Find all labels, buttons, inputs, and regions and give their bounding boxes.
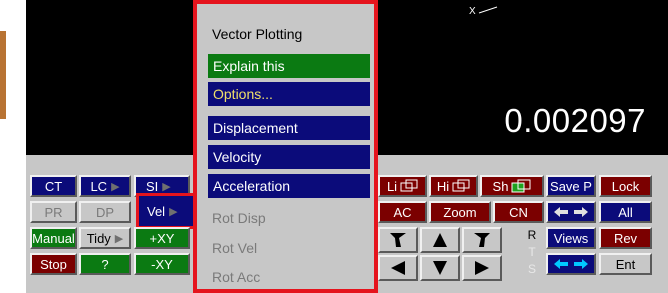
hi-button[interactable]: Hi (429, 175, 478, 197)
dp-button[interactable]: DP (79, 201, 131, 223)
submenu-arrow-icon: ▶ (114, 232, 124, 245)
window-icon (400, 179, 418, 192)
submenu-arrow-icon: ▶ (111, 180, 120, 193)
submenu-arrow-icon: ▶ (162, 180, 171, 193)
views-button[interactable]: Views (546, 227, 596, 249)
save-p-button[interactable]: Save P (546, 175, 596, 197)
manual-button[interactable]: Manual (30, 227, 77, 249)
axis-label: X (469, 6, 476, 17)
lc-button[interactable]: LC ▶ (79, 175, 131, 197)
vector-plotting-menu: Vector Plotting Explain this Options... … (193, 0, 378, 293)
rotate-down-button[interactable] (420, 255, 460, 281)
menu-title: Vector Plotting (212, 26, 303, 42)
ent-button[interactable]: Ent (599, 253, 652, 275)
cn-button[interactable]: CN (493, 201, 544, 223)
lock-button[interactable]: Lock (599, 175, 652, 197)
li-button[interactable]: Li (378, 175, 427, 197)
left-right-arrows-icon (554, 259, 588, 269)
arrow-down-right-icon (474, 233, 490, 247)
menu-item-rot-vel[interactable]: Rot Vel (207, 235, 371, 261)
arrow-left-icon (391, 261, 405, 275)
previous-next-button[interactable] (546, 201, 596, 223)
rotate-right-button[interactable] (462, 255, 502, 281)
menu-item-rot-acc[interactable]: Rot Acc (207, 264, 371, 290)
menu-item-options[interactable]: Options... (207, 81, 371, 107)
axis-triad-icon (478, 6, 498, 14)
rotate-up-button[interactable] (420, 227, 460, 253)
arrow-down-left-icon (390, 233, 406, 247)
plus-xy-button[interactable]: +XY (134, 227, 190, 249)
zoom-button[interactable]: Zoom (429, 201, 491, 223)
shaded-window-icon (511, 179, 531, 193)
vel-button[interactable]: Vel ▶ (136, 193, 196, 229)
sh-button[interactable]: Sh (480, 175, 544, 197)
help-button[interactable]: ? (79, 253, 131, 275)
pr-button[interactable]: PR (30, 201, 77, 223)
rotate-down-left-button[interactable] (378, 227, 418, 253)
menu-item-displacement[interactable]: Displacement (207, 115, 371, 141)
rev-button[interactable]: Rev (599, 227, 652, 249)
window-icon (452, 179, 470, 192)
rts-selector[interactable]: R T S (525, 227, 539, 283)
arrow-up-icon (433, 233, 447, 247)
stop-button[interactable]: Stop (30, 253, 77, 275)
all-button[interactable]: All (599, 201, 652, 223)
cyan-arrows-button[interactable] (546, 253, 596, 275)
menu-item-rot-disp[interactable]: Rot Disp (207, 205, 371, 231)
left-right-arrows-icon (554, 207, 588, 217)
window-frame-accent (0, 31, 6, 119)
menu-item-explain[interactable]: Explain this (207, 53, 371, 79)
menu-item-velocity[interactable]: Velocity (207, 144, 371, 170)
ct-button[interactable]: CT (30, 175, 77, 197)
menu-item-acceleration[interactable]: Acceleration (207, 173, 371, 199)
arrow-down-icon (433, 261, 447, 275)
rotate-down-right-button[interactable] (462, 227, 502, 253)
minus-xy-button[interactable]: -XY (134, 253, 190, 275)
rotate-left-button[interactable] (378, 255, 418, 281)
ac-button[interactable]: AC (378, 201, 427, 223)
rts-t-label[interactable]: T (525, 244, 539, 261)
tidy-button[interactable]: Tidy ▶ (79, 227, 131, 249)
rts-s-label[interactable]: S (525, 261, 539, 278)
result-value: 0.002097 (504, 102, 646, 139)
rts-r-label[interactable]: R (525, 227, 539, 244)
submenu-arrow-icon: ▶ (169, 205, 178, 218)
arrow-right-icon (475, 261, 489, 275)
